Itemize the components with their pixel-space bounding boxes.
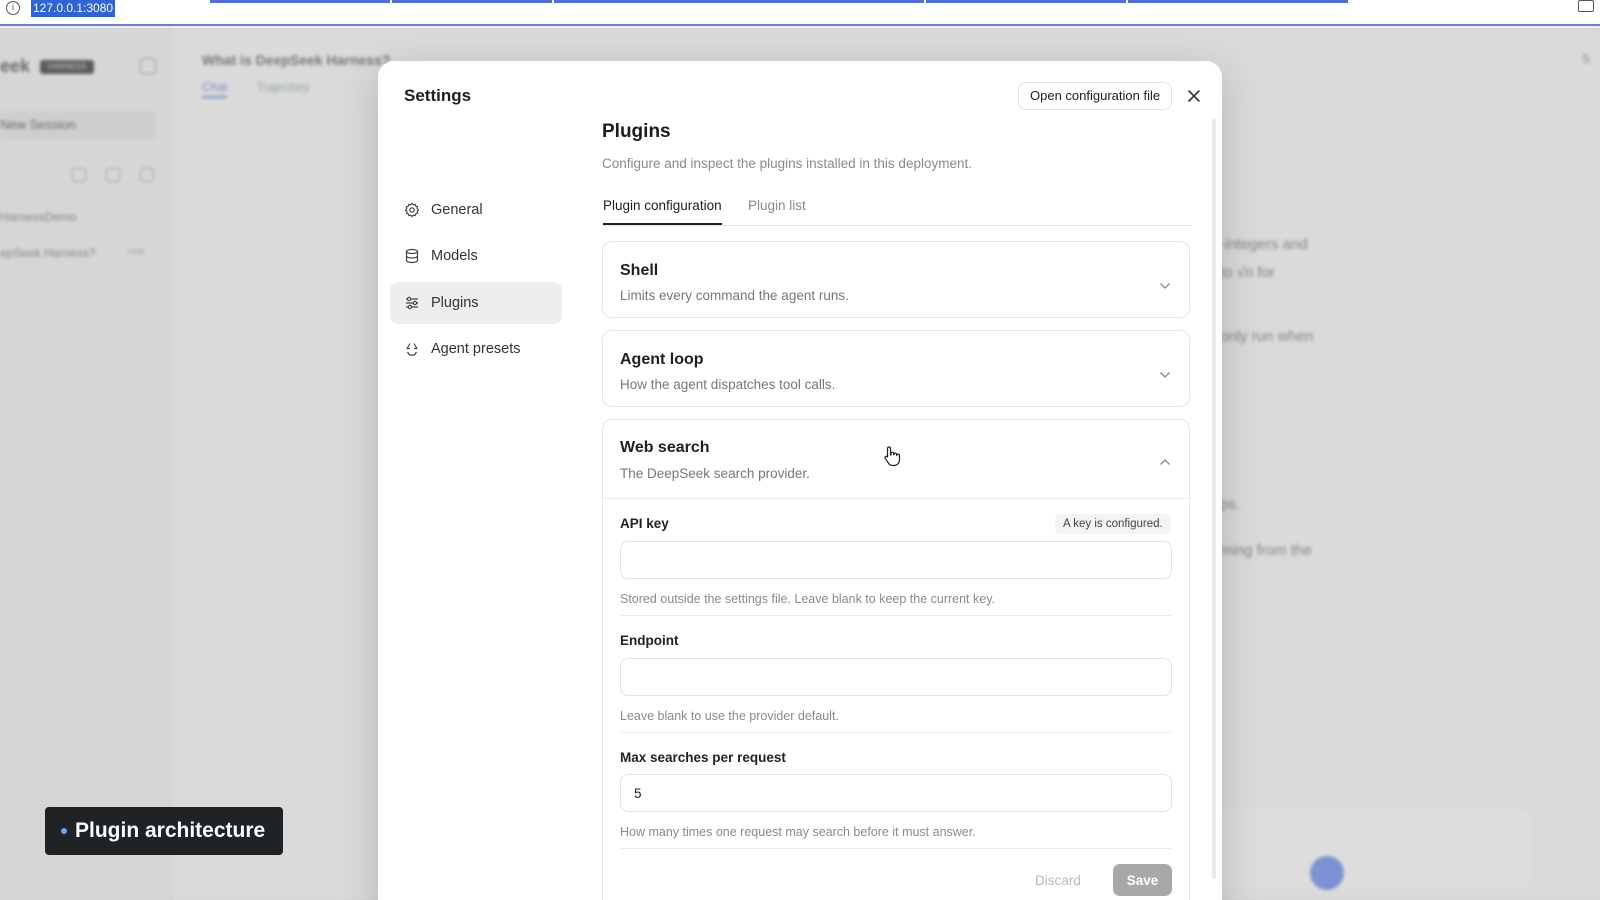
tab-strip-segment — [1128, 0, 1348, 3]
max-searches-input[interactable] — [620, 774, 1172, 812]
endpoint-input[interactable] — [620, 658, 1172, 696]
card-subtitle: The DeepSeek search provider. — [620, 466, 810, 481]
page-title: Plugins — [602, 121, 671, 142]
nav-item-models[interactable]: Models — [390, 235, 562, 277]
nav-item-agent-presets[interactable]: Agent presets — [390, 328, 562, 370]
field-divider — [620, 732, 1172, 733]
nav-item-plugins[interactable]: Plugins — [390, 282, 562, 324]
page-description: Configure and inspect the plugins instal… — [602, 156, 972, 171]
site-info-icon[interactable]: i — [6, 1, 20, 15]
database-icon — [404, 248, 420, 264]
nav-item-label: Agent presets — [431, 341, 521, 357]
caption-dot — [61, 828, 67, 834]
chevron-down-icon[interactable] — [1159, 366, 1171, 378]
open-config-file-button[interactable]: Open configuration file — [1018, 82, 1173, 110]
field-divider — [620, 848, 1172, 849]
tab-strip-segment — [210, 0, 390, 3]
nav-item-label: General — [431, 202, 483, 218]
max-searches-help: How many times one request may search be… — [620, 825, 976, 839]
field-divider — [620, 615, 1172, 616]
recycle-icon — [404, 341, 420, 357]
address-url[interactable]: 127.0.0.1:3080 — [31, 0, 116, 17]
plugin-card-shell[interactable]: Shell Limits every command the agent run… — [602, 241, 1190, 318]
sliders-icon — [404, 295, 420, 311]
card-subtitle: How the agent dispatches tool calls. — [620, 377, 836, 392]
dialog-scrollbar[interactable] — [1212, 119, 1216, 879]
browser-address-bar: i 127.0.0.1:3080 — [0, 0, 1600, 26]
nav-item-general[interactable]: General — [390, 189, 562, 231]
settings-dialog: Settings General Models Plugins Agent pr… — [378, 61, 1222, 900]
nav-item-label: Plugins — [431, 295, 479, 311]
plugin-card-agent-loop[interactable]: Agent loop How the agent dispatches tool… — [602, 330, 1190, 407]
tab-strip-segment — [926, 0, 1126, 3]
caption-text: Plugin architecture — [75, 819, 266, 842]
api-key-help: Stored outside the settings file. Leave … — [620, 592, 995, 606]
discard-button[interactable]: Discard — [1029, 864, 1087, 896]
window-control-icon[interactable] — [1578, 0, 1594, 12]
card-title: Web search — [620, 439, 710, 456]
chevron-up-icon[interactable] — [1159, 453, 1171, 465]
gear-icon — [404, 202, 420, 218]
tab-strip-segment — [554, 0, 924, 3]
plugin-tabs: Plugin configuration Plugin list — [602, 192, 1192, 226]
close-icon[interactable] — [1185, 87, 1203, 105]
card-divider — [603, 498, 1191, 499]
video-caption: Plugin architecture — [45, 807, 284, 855]
api-key-input[interactable] — [620, 541, 1172, 579]
tab-plugin-list[interactable]: Plugin list — [748, 198, 806, 223]
plugin-card-web-search: Web search The DeepSeek search provider.… — [602, 419, 1191, 900]
chevron-down-icon[interactable] — [1159, 277, 1171, 289]
max-searches-label: Max searches per request — [620, 750, 786, 765]
settings-title: Settings — [404, 86, 472, 105]
api-key-status-badge: A key is configured. — [1055, 514, 1171, 534]
save-button[interactable]: Save — [1113, 864, 1172, 896]
nav-item-label: Models — [431, 248, 478, 264]
tab-strip-segment — [392, 0, 552, 3]
card-title: Shell — [620, 262, 659, 279]
endpoint-help: Leave blank to use the provider default. — [620, 709, 839, 723]
hand-cursor-icon — [883, 445, 901, 467]
tab-plugin-configuration[interactable]: Plugin configuration — [603, 198, 722, 225]
card-title: Agent loop — [620, 351, 704, 368]
api-key-label: API key — [620, 516, 669, 531]
endpoint-label: Endpoint — [620, 633, 679, 648]
card-subtitle: Limits every command the agent runs. — [620, 288, 849, 303]
